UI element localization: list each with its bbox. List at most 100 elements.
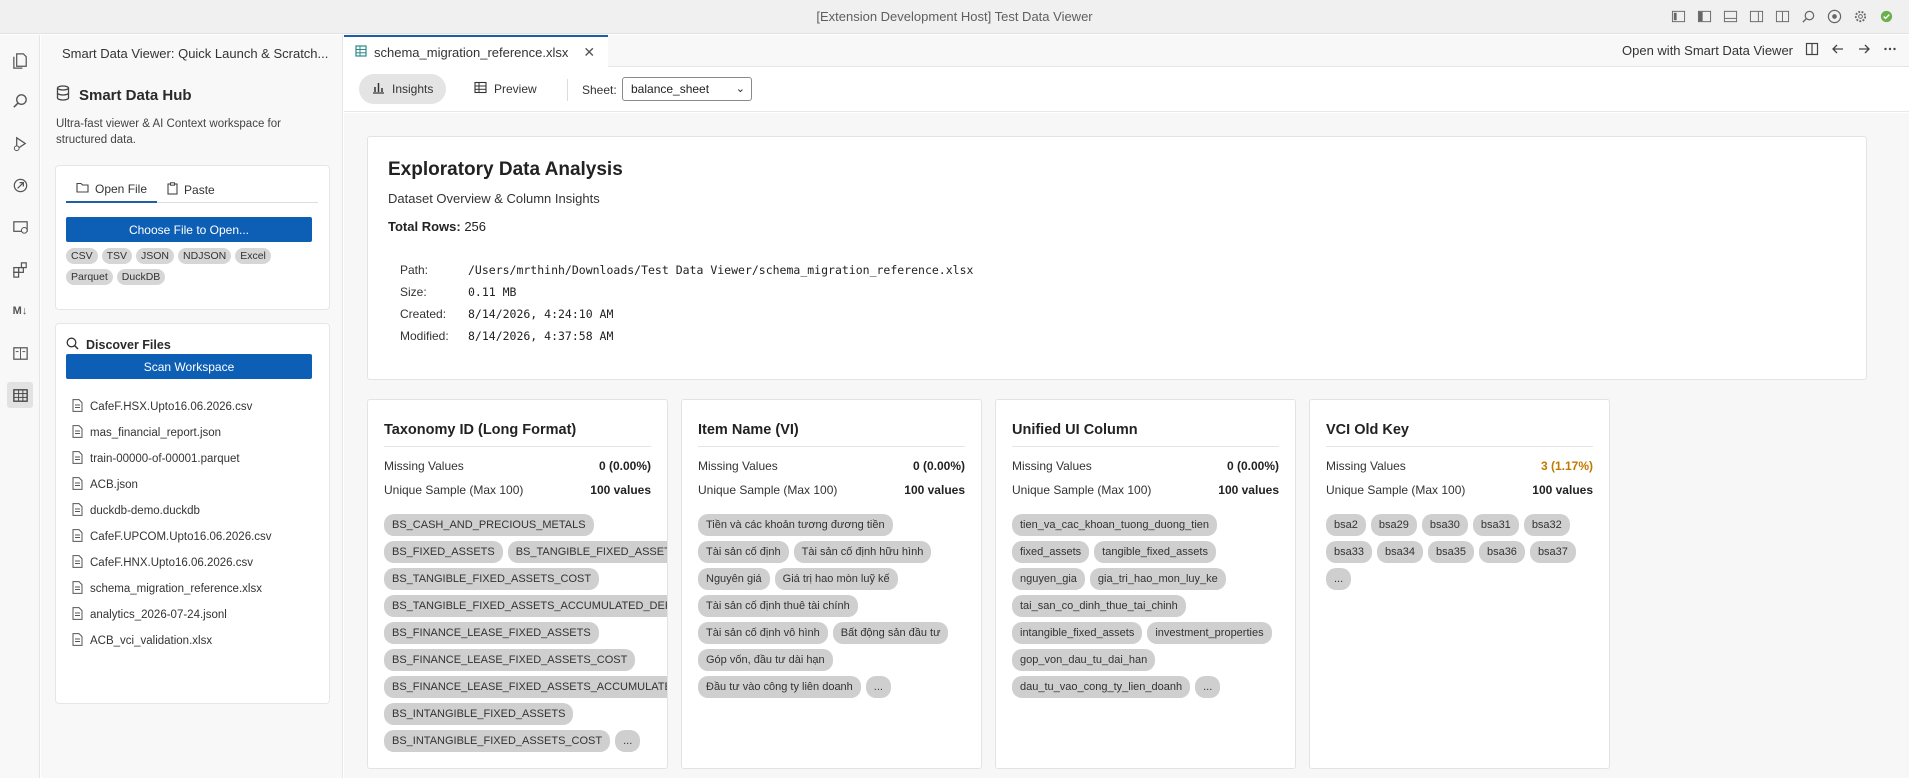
sample-value-chip: bsa29	[1370, 514, 1417, 536]
column-card: Item Name (VI) Missing Values 0 (0.00%) Uni…	[681, 399, 982, 769]
remote-monitor-icon[interactable]	[0, 207, 40, 247]
format-chip: Excel	[235, 248, 271, 264]
file-list-item[interactable]: mas_financial_report.json	[72, 420, 272, 446]
discover-header: Discover Files	[66, 337, 171, 353]
format-chip: TSV	[101, 248, 133, 264]
missing-values-label: Missing Values	[698, 459, 778, 473]
database-icon	[56, 85, 70, 105]
insights-button[interactable]: Insights	[359, 74, 447, 104]
preview-button[interactable]: Preview	[461, 74, 550, 104]
unique-sample-label: Unique Sample (Max 100)	[384, 483, 524, 497]
sample-value-chip: BS_TANGIBLE_FIXED_ASSETS	[507, 541, 667, 563]
sample-value-chip: tangible_fixed_assets	[1094, 541, 1216, 563]
arrow-left-icon[interactable]	[1831, 42, 1845, 59]
sample-value-chip: tien_va_cac_khoan_tuong_duong_tien	[1012, 514, 1217, 536]
editor-tab-active[interactable]: schema_migration_reference.xlsx ✕	[344, 35, 608, 67]
file-name: CafeF.HNX.Upto16.06.2026.csv	[90, 557, 254, 569]
file-name: ACB.json	[90, 479, 138, 491]
format-chip: CSV	[66, 248, 98, 264]
sample-value-chip: Tài sản cố định thuê tài chính	[698, 595, 858, 617]
sheet-label: Sheet:	[582, 83, 617, 97]
more-values-chip[interactable]: ...	[1195, 676, 1221, 698]
gear-icon[interactable]	[1852, 8, 1869, 25]
toggle-sidebar-icon[interactable]	[1696, 8, 1713, 25]
sample-value-chip: nguyen_gia	[1012, 568, 1085, 590]
run-debug-icon[interactable]	[0, 123, 40, 163]
metadata-key: Size:	[400, 285, 427, 299]
file-list-item[interactable]: train-00000-of-00001.parquet	[72, 446, 272, 472]
remote-explorer-icon[interactable]	[0, 165, 40, 205]
sheet-select[interactable]: balance_sheet ⌄	[622, 77, 752, 101]
file-name: analytics_2026-07-24.jsonl	[90, 609, 227, 621]
sample-value-chip: BS_TANGIBLE_FIXED_ASSETS_ACCUMULATED_DEP…	[384, 595, 667, 617]
missing-values-row: Missing Values 0 (0.00%)	[384, 459, 651, 473]
explorer-icon[interactable]	[0, 40, 40, 80]
more-values-chip[interactable]: ...	[865, 676, 891, 698]
layout-icon[interactable]	[1774, 8, 1791, 25]
accounts-icon[interactable]	[1826, 8, 1843, 25]
file-list-item[interactable]: CafeF.HNX.Upto16.06.2026.csv	[72, 550, 272, 576]
sample-value-chip: Tài sản cố định vô hình	[698, 622, 828, 644]
search-icon[interactable]	[1800, 8, 1817, 25]
search-view-icon[interactable]	[0, 81, 40, 121]
sample-value-chip: BS_TANGIBLE_FIXED_ASSETS_COST	[384, 568, 600, 590]
unique-sample-row: Unique Sample (Max 100) 100 values	[384, 483, 651, 497]
file-icon	[72, 633, 83, 649]
file-list-item[interactable]: ACB.json	[72, 472, 272, 498]
file-list-item[interactable]: ACB_vci_validation.xlsx	[72, 628, 272, 654]
file-icon	[72, 451, 83, 467]
file-list-item[interactable]: analytics_2026-07-24.jsonl	[72, 602, 272, 628]
file-list-item[interactable]: CafeF.UPCOM.Upto16.06.2026.csv	[72, 524, 272, 550]
data-viewer-icon[interactable]	[0, 375, 40, 415]
sample-value-chip: Bất động sản đầu tư	[832, 622, 949, 644]
sample-value-chip: bsa34	[1376, 541, 1423, 563]
sample-value-chip: bsa32	[1523, 514, 1570, 536]
file-list-item[interactable]: schema_migration_reference.xlsx	[72, 576, 272, 602]
file-icon	[72, 529, 83, 545]
open-with-link[interactable]: Open with Smart Data Viewer	[1622, 43, 1793, 58]
split-editor-icon[interactable]	[1805, 42, 1819, 59]
file-list-item[interactable]: CafeF.HSX.Upto16.06.2026.csv	[72, 394, 272, 420]
close-icon[interactable]: ✕	[583, 44, 595, 61]
scan-workspace-button[interactable]: Scan Workspace	[66, 354, 312, 379]
choose-file-button[interactable]: Choose File to Open...	[66, 217, 312, 242]
toolbar-divider	[567, 79, 568, 101]
file-icon	[72, 555, 83, 571]
markdown-icon[interactable]: M↓	[0, 291, 40, 331]
insights-content: Exploratory Data Analysis Dataset Overvi…	[344, 113, 1909, 778]
more-values-chip[interactable]: ...	[1326, 568, 1352, 590]
insights-label: Insights	[392, 82, 434, 96]
extensions-icon[interactable]	[0, 249, 40, 289]
sample-value-chip: dau_tu_vao_cong_ty_lien_doanh	[1012, 676, 1191, 698]
more-values-chip[interactable]: ...	[615, 730, 641, 752]
format-chip: JSON	[136, 248, 175, 264]
tab-paste[interactable]: Paste	[157, 177, 225, 202]
sample-value-chip: Tiền và các khoản tương đương tiền	[698, 514, 893, 536]
file-name: schema_migration_reference.xlsx	[90, 583, 262, 595]
sample-value-chip: BS_FIXED_ASSETS	[384, 541, 503, 563]
book-icon[interactable]	[0, 333, 40, 373]
toggle-bottom-panel-icon[interactable]	[1722, 8, 1739, 25]
table-icon	[474, 81, 487, 97]
missing-values-label: Missing Values	[1326, 459, 1406, 473]
toggle-secondary-sidebar-icon[interactable]	[1748, 8, 1765, 25]
total-rows-label: Total Rows:	[388, 219, 461, 234]
unique-sample-value: 100 values	[1532, 483, 1593, 497]
discover-title: Discover Files	[86, 338, 171, 352]
file-name: CafeF.UPCOM.Upto16.06.2026.csv	[90, 531, 272, 543]
toggle-panel-icon[interactable]	[1670, 8, 1687, 25]
more-actions-icon[interactable]	[1883, 42, 1897, 59]
column-card: Taxonomy ID (Long Format) Missing Values 0…	[367, 399, 668, 769]
file-name: train-00000-of-00001.parquet	[90, 453, 240, 465]
file-list-item[interactable]: duckdb-demo.duckdb	[72, 498, 272, 524]
file-icon	[72, 399, 83, 415]
chevron-down-icon: ⌄	[735, 83, 745, 95]
extension-icon[interactable]	[1878, 8, 1895, 25]
file-icon	[72, 425, 83, 441]
arrow-right-icon[interactable]	[1857, 42, 1871, 59]
sample-value-chip: BS_INTANGIBLE_FIXED_ASSETS_COST	[384, 730, 611, 752]
sidebar-header: Smart Data Viewer: Quick Launch & Scratc…	[62, 46, 329, 61]
tab-open-file[interactable]: Open File	[66, 177, 158, 203]
hub-title-text: Smart Data Hub	[79, 86, 192, 104]
metadata-value: 8/14/2026, 4:37:58 AM	[468, 329, 614, 343]
